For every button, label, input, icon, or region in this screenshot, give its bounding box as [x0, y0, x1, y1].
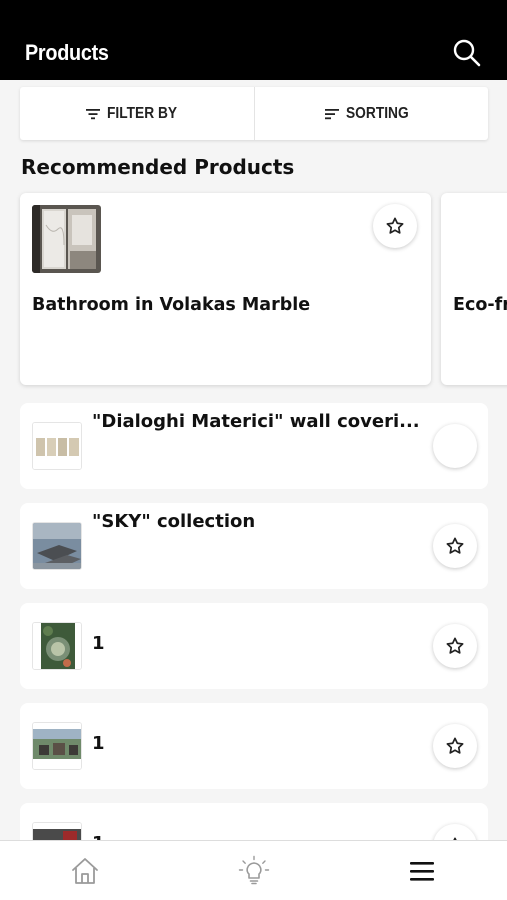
filter-sort-bar: FILTER BY SORTING	[20, 87, 488, 140]
favorite-button[interactable]	[433, 524, 477, 568]
product-name: 1	[92, 633, 105, 654]
product-list-item[interactable]: 1	[20, 703, 488, 789]
sorting-button[interactable]: SORTING	[255, 87, 489, 140]
bottom-navigation	[0, 840, 507, 900]
hamburger-menu-icon	[410, 862, 434, 881]
favorite-button[interactable]	[373, 204, 417, 248]
product-name: 1	[92, 733, 105, 754]
recommended-product-name: Bathroom in Volakas Marble	[32, 295, 311, 315]
filter-by-label: FILTER BY	[107, 104, 178, 122]
lightbulb-icon	[238, 855, 270, 885]
product-name: "Dialoghi Materici" wall coveri...	[92, 411, 420, 432]
nav-home-button[interactable]	[68, 854, 102, 888]
product-thumbnail	[32, 522, 82, 570]
star-outline-icon	[446, 637, 464, 654]
page-title: Products	[25, 40, 109, 65]
star-outline-icon	[446, 737, 464, 754]
recommended-products-heading: Recommended Products	[21, 155, 295, 179]
star-outline-icon	[446, 537, 464, 554]
search-icon	[453, 39, 481, 67]
product-thumbnail	[32, 205, 101, 273]
favorite-button[interactable]	[433, 724, 477, 768]
star-outline-icon	[386, 217, 404, 234]
product-list-item[interactable]: "SKY" collection	[20, 503, 488, 589]
product-list-item[interactable]: "Dialoghi Materici" wall coveri...	[20, 403, 488, 489]
product-list-item[interactable]: 1	[20, 603, 488, 689]
recommended-product-name: Eco-fr	[453, 295, 507, 315]
recommended-card[interactable]: Eco-fr	[441, 193, 507, 385]
sort-lines-icon	[324, 108, 339, 119]
favorite-button[interactable]	[433, 424, 477, 468]
product-thumbnail	[32, 622, 82, 670]
sorting-label: SORTING	[345, 104, 409, 122]
product-thumbnail	[32, 422, 82, 470]
nav-ideas-button[interactable]	[237, 854, 271, 888]
filter-by-button[interactable]: FILTER BY	[20, 87, 254, 140]
filter-lines-icon	[86, 108, 100, 119]
app-header: Products	[0, 0, 507, 80]
favorite-button[interactable]	[433, 624, 477, 668]
product-name: "SKY" collection	[92, 511, 256, 532]
product-thumbnail	[32, 722, 82, 770]
search-button[interactable]	[450, 36, 484, 70]
home-icon	[72, 858, 98, 884]
nav-menu-button[interactable]	[405, 854, 439, 888]
recommended-card[interactable]: Bathroom in Volakas Marble	[20, 193, 431, 385]
